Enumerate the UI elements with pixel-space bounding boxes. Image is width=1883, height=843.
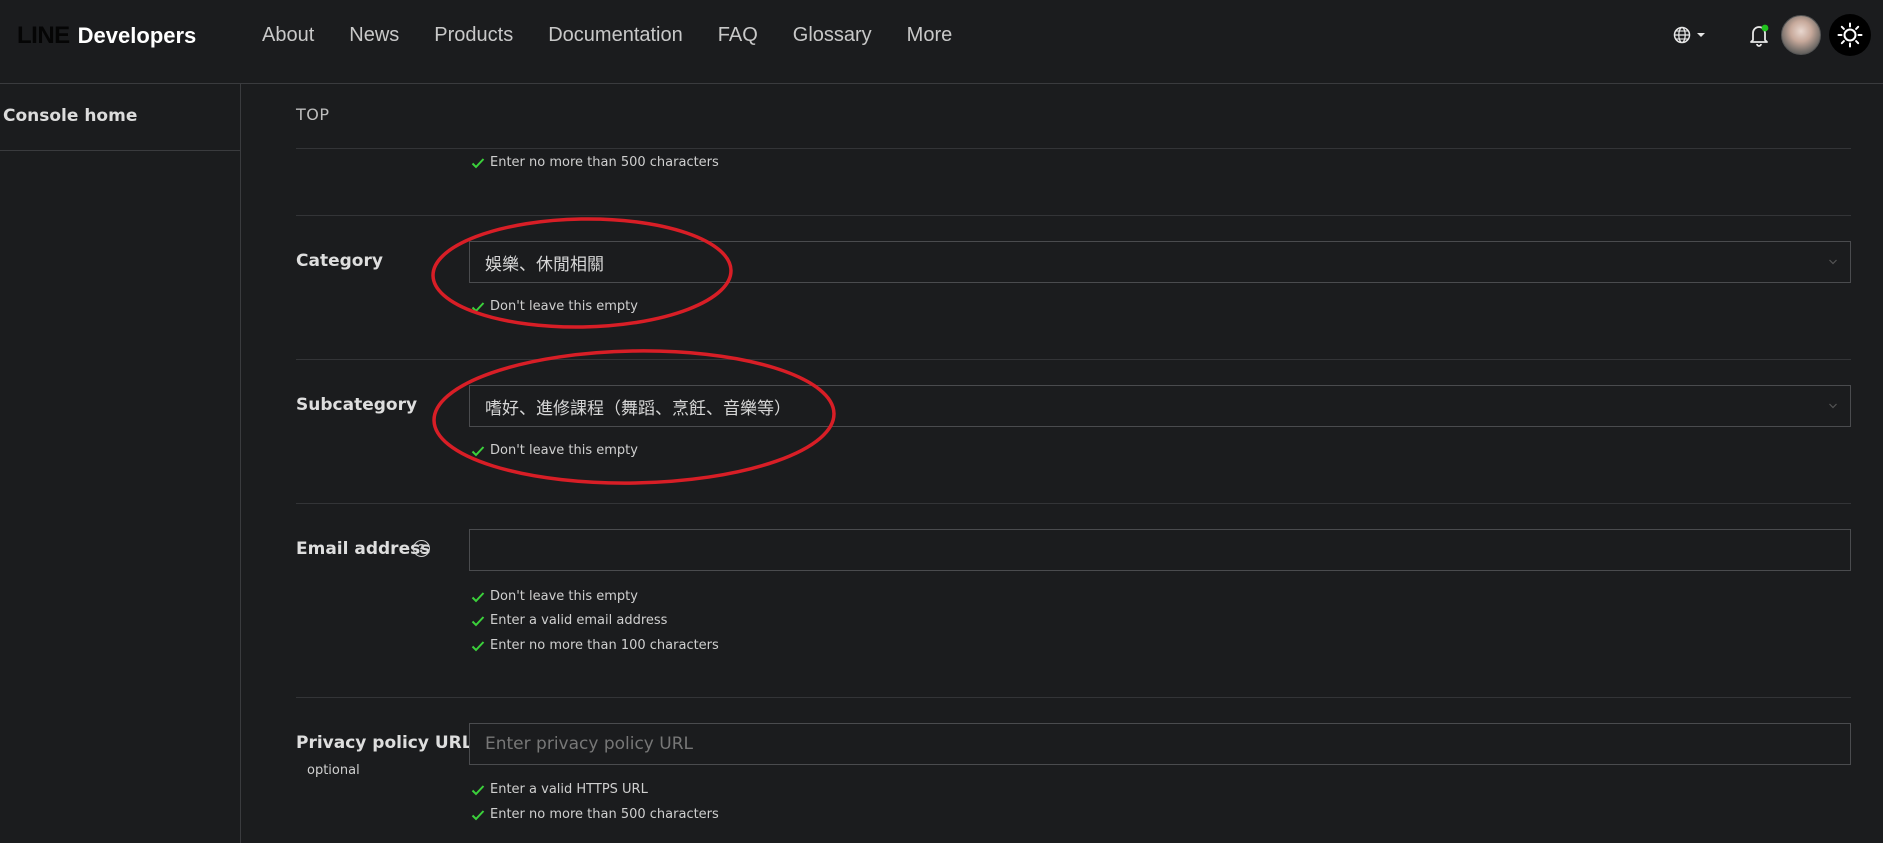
- header-actions: [1643, 0, 1883, 70]
- category-label: Category: [296, 251, 383, 271]
- privacy-policy-url-input[interactable]: [485, 724, 1850, 764]
- section-divider: [296, 359, 1851, 360]
- theme-toggle-button[interactable]: [1829, 14, 1871, 56]
- check-icon: [471, 157, 485, 168]
- section-divider: [296, 503, 1851, 504]
- section-divider: [296, 215, 1851, 216]
- privacy-policy-url-field[interactable]: [469, 723, 1851, 765]
- validation-message: Enter no more than 100 characters: [471, 638, 719, 653]
- breadcrumb-divider: [296, 148, 1851, 149]
- check-icon: [471, 784, 485, 795]
- check-icon: [471, 445, 485, 456]
- nav-products[interactable]: Products: [434, 24, 513, 47]
- caret-down-icon: [1697, 33, 1705, 37]
- subcategory-selected-value: 嗜好、進修課程（舞蹈、烹飪、音樂等）: [485, 398, 791, 419]
- nav-about[interactable]: About: [262, 24, 314, 47]
- main-nav: About News Products Documentation FAQ Gl…: [262, 0, 987, 70]
- validation-message: Don't leave this empty: [471, 443, 638, 458]
- line-developers-logo[interactable]: LINE Developers: [17, 22, 196, 52]
- top-navigation-bar: LINE Developers About News Products Docu…: [0, 0, 1883, 84]
- validation-message: Enter a valid HTTPS URL: [471, 782, 648, 797]
- sidebar-item-console-home[interactable]: Console home: [0, 84, 240, 151]
- validation-message: Enter no more than 500 characters: [471, 807, 719, 822]
- validation-message: Enter no more than 500 characters: [471, 155, 719, 170]
- category-selected-value: 娛樂、休閒相關: [485, 254, 604, 275]
- optional-label: optional: [307, 763, 360, 778]
- validation-text: Don't leave this empty: [490, 443, 638, 458]
- validation-message: Enter a valid email address: [471, 613, 667, 628]
- check-icon: [471, 591, 485, 602]
- category-select[interactable]: 娛樂、休閒相關: [469, 241, 1851, 283]
- check-icon: [471, 615, 485, 626]
- privacy-policy-label: Privacy policy URL: [296, 733, 473, 753]
- email-label: Email address: [296, 539, 431, 559]
- nav-documentation[interactable]: Documentation: [548, 24, 683, 47]
- validation-text: Enter a valid email address: [490, 613, 668, 628]
- nav-faq[interactable]: FAQ: [718, 24, 758, 47]
- subcategory-select[interactable]: 嗜好、進修課程（舞蹈、烹飪、音樂等）: [469, 385, 1851, 427]
- check-icon: [471, 301, 485, 312]
- notification-bell-icon[interactable]: [1747, 22, 1771, 48]
- sun-icon: [1837, 22, 1863, 48]
- nav-news[interactable]: News: [349, 24, 399, 47]
- validation-text: Don't leave this empty: [490, 299, 638, 314]
- chevron-down-icon: [1829, 403, 1837, 409]
- validation-message: Don't leave this empty: [471, 589, 638, 604]
- logo-developers-text: Developers: [77, 23, 197, 48]
- help-icon[interactable]: ?: [413, 540, 430, 557]
- check-icon: [471, 809, 485, 820]
- chevron-down-icon: [1829, 259, 1837, 265]
- user-avatar[interactable]: [1781, 15, 1821, 55]
- sidebar: Console home: [0, 84, 241, 843]
- email-field[interactable]: [469, 529, 1851, 571]
- nav-more[interactable]: More: [907, 24, 953, 47]
- check-icon: [471, 640, 485, 651]
- validation-message: Don't leave this empty: [471, 299, 638, 314]
- section-divider: [296, 697, 1851, 698]
- language-selector[interactable]: [1673, 24, 1711, 46]
- email-input[interactable]: [485, 530, 1850, 570]
- validation-text: Don't leave this empty: [490, 589, 638, 604]
- validation-text: Enter no more than 500 characters: [490, 807, 719, 822]
- breadcrumb-top[interactable]: TOP: [296, 105, 330, 124]
- logo-line-text: LINE: [17, 22, 70, 49]
- globe-icon: [1673, 26, 1691, 44]
- validation-text: Enter no more than 100 characters: [490, 638, 719, 653]
- nav-glossary[interactable]: Glossary: [793, 24, 872, 47]
- validation-text: Enter a valid HTTPS URL: [490, 782, 648, 797]
- subcategory-label: Subcategory: [296, 395, 418, 415]
- validation-text: Enter no more than 500 characters: [490, 155, 719, 170]
